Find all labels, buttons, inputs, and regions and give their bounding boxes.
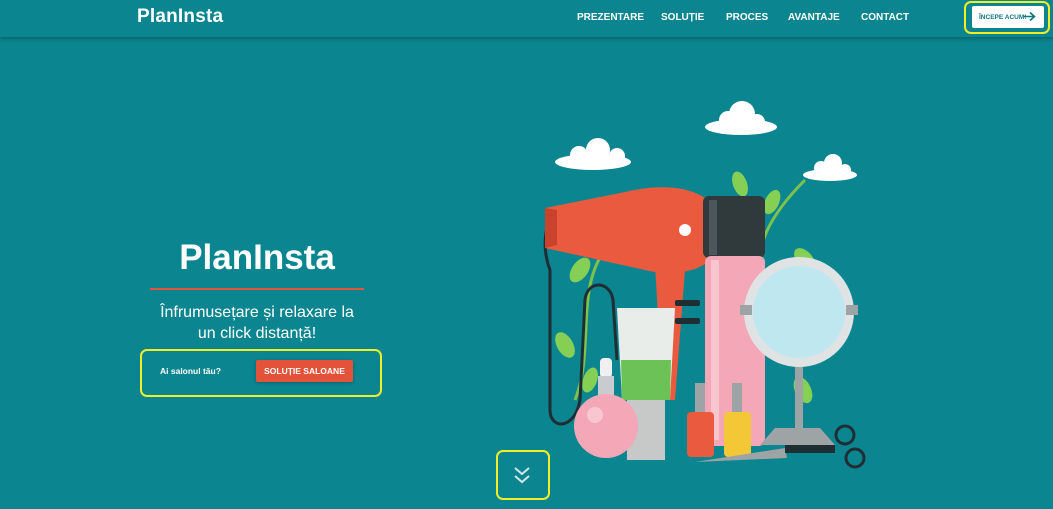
hero-subtitle-line-1: Înfrumusețare și relaxare la [160,304,354,321]
hero-subtitle: Înfrumusețare și relaxare la un click di… [140,302,374,344]
nav-item-solutie[interactable]: SOLUȚIE [661,12,704,23]
nav-item-proces[interactable]: PROCES [726,12,768,23]
hero-divider [150,288,364,290]
nav-item-prezentare[interactable]: PREZENTARE [577,12,644,23]
salon-solution-button[interactable]: SOLUȚIE SALOANE [256,360,353,382]
scroll-down-button[interactable] [507,460,537,490]
navbar: PlanInsta PREZENTARE SOLUȚIE PROCES AVAN… [0,0,1053,37]
start-now-button[interactable]: ÎNCEPE ACUM! [972,6,1044,28]
start-now-label: ÎNCEPE ACUM! [979,13,1027,21]
cloud-icon [705,101,777,135]
cloud-icon [803,154,857,181]
hero-title: PlanInsta [179,238,335,277]
nav-item-contact[interactable]: CONTACT [861,12,909,23]
salon-question: Ai salonul tău? [160,366,221,376]
double-chevron-down-icon [514,467,530,484]
cloud-icon [555,138,631,170]
arrow-right-icon [1024,11,1036,24]
nav-menu: PREZENTARE SOLUȚIE PROCES AVANTAJE CONTA… [0,12,1053,26]
nav-item-avantaje[interactable]: AVANTAJE [788,12,840,23]
beauty-products-illustration [543,101,866,469]
hero-subtitle-line-2: un click distanță! [197,325,317,342]
